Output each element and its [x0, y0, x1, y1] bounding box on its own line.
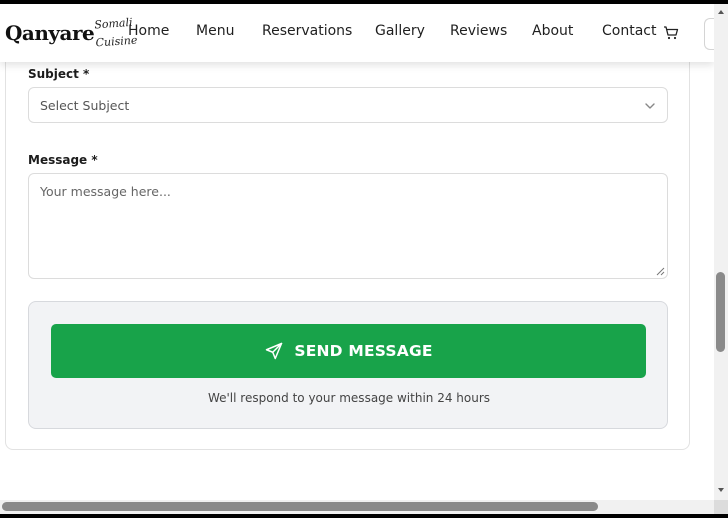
scroll-down-arrow-icon[interactable]: [714, 484, 728, 496]
scrollbar-corner: [714, 500, 728, 514]
top-navbar: Qanyare Somali Cuisine Home Menu Reserva…: [0, 4, 714, 62]
scroll-up-arrow-icon[interactable]: [714, 6, 728, 18]
message-label: Message *: [28, 153, 98, 167]
nav-button-partial[interactable]: [704, 18, 714, 50]
vertical-scrollbar[interactable]: [714, 4, 728, 500]
nav-reviews[interactable]: Reviews: [450, 23, 507, 39]
send-message-label: SEND MESSAGE: [294, 342, 433, 360]
subject-label: Subject *: [28, 67, 90, 81]
cart-icon[interactable]: [663, 25, 679, 41]
horizontal-scrollbar-thumb[interactable]: [2, 502, 598, 511]
nav-gallery[interactable]: Gallery: [375, 23, 425, 39]
horizontal-scrollbar[interactable]: [0, 500, 714, 514]
submit-panel: SEND MESSAGE We'll respond to your messa…: [28, 301, 668, 429]
send-message-button[interactable]: SEND MESSAGE: [51, 324, 646, 378]
response-time-note: We'll respond to your message within 24 …: [207, 391, 491, 405]
nav-home[interactable]: Home: [128, 23, 169, 39]
chevron-down-icon: [645, 103, 655, 109]
message-placeholder: Your message here...: [40, 184, 171, 199]
nav-contact[interactable]: Contact: [602, 23, 656, 39]
contact-form-card: Subject * Select Subject Message * Your …: [5, 4, 690, 450]
brand-logo[interactable]: Qanyare: [5, 21, 95, 45]
nav-menu[interactable]: Menu: [196, 23, 234, 39]
browser-viewport: Subject * Select Subject Message * Your …: [0, 4, 714, 500]
resize-handle-icon[interactable]: [656, 267, 665, 276]
message-textarea[interactable]: Your message here...: [28, 173, 668, 279]
subject-select[interactable]: Select Subject: [28, 87, 668, 123]
nav-about[interactable]: About: [532, 23, 573, 39]
send-icon: [266, 342, 283, 360]
vertical-scrollbar-thumb[interactable]: [716, 272, 725, 352]
nav-reservations[interactable]: Reservations: [262, 23, 352, 39]
subject-select-value: Select Subject: [40, 98, 130, 113]
